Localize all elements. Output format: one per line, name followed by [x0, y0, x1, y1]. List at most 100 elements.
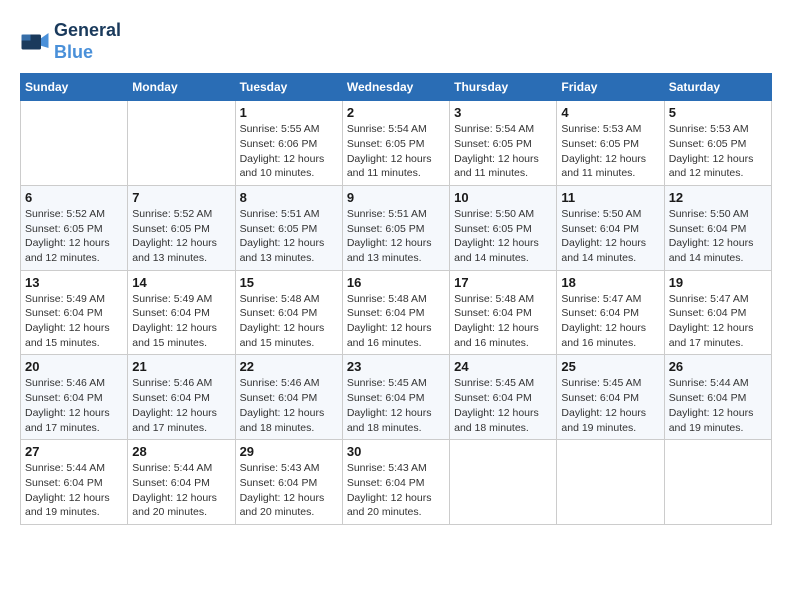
- day-info: Sunrise: 5:47 AMSunset: 6:04 PMDaylight:…: [669, 292, 767, 351]
- calendar-cell: 4 Sunrise: 5:53 AMSunset: 6:05 PMDaylight…: [557, 101, 664, 186]
- day-info: Sunrise: 5:52 AMSunset: 6:05 PMDaylight:…: [132, 207, 230, 266]
- day-info: Sunrise: 5:43 AMSunset: 6:04 PMDaylight:…: [347, 461, 445, 520]
- day-info: Sunrise: 5:44 AMSunset: 6:04 PMDaylight:…: [132, 461, 230, 520]
- day-number: 28: [132, 444, 230, 459]
- calendar-cell: 2 Sunrise: 5:54 AMSunset: 6:05 PMDaylight…: [342, 101, 449, 186]
- day-info: Sunrise: 5:48 AMSunset: 6:04 PMDaylight:…: [454, 292, 552, 351]
- calendar-cell: [450, 440, 557, 525]
- day-info: Sunrise: 5:51 AMSunset: 6:05 PMDaylight:…: [347, 207, 445, 266]
- header: General Blue: [20, 20, 772, 63]
- weekday-monday: Monday: [128, 74, 235, 101]
- day-number: 26: [669, 359, 767, 374]
- day-info: Sunrise: 5:46 AMSunset: 6:04 PMDaylight:…: [240, 376, 338, 435]
- calendar-cell: 14 Sunrise: 5:49 AMSunset: 6:04 PMDayligh…: [128, 270, 235, 355]
- calendar-cell: 9 Sunrise: 5:51 AMSunset: 6:05 PMDaylight…: [342, 185, 449, 270]
- weekday-thursday: Thursday: [450, 74, 557, 101]
- day-info: Sunrise: 5:49 AMSunset: 6:04 PMDaylight:…: [132, 292, 230, 351]
- weekday-tuesday: Tuesday: [235, 74, 342, 101]
- day-number: 12: [669, 190, 767, 205]
- day-info: Sunrise: 5:45 AMSunset: 6:04 PMDaylight:…: [454, 376, 552, 435]
- day-number: 19: [669, 275, 767, 290]
- calendar-cell: 27 Sunrise: 5:44 AMSunset: 6:04 PMDayligh…: [21, 440, 128, 525]
- day-info: Sunrise: 5:47 AMSunset: 6:04 PMDaylight:…: [561, 292, 659, 351]
- day-number: 3: [454, 105, 552, 120]
- calendar-cell: 13Sunrise: 5:49 AMSunset: 6:04 PMDayligh…: [21, 270, 128, 355]
- calendar-cell: 11Sunrise: 5:50 AMSunset: 6:04 PMDayligh…: [557, 185, 664, 270]
- calendar-cell: 21 Sunrise: 5:46 AMSunset: 6:04 PMDayligh…: [128, 355, 235, 440]
- day-info: Sunrise: 5:44 AMSunset: 6:04 PMDaylight:…: [25, 461, 123, 520]
- calendar-cell: 24 Sunrise: 5:45 AMSunset: 6:04 PMDayligh…: [450, 355, 557, 440]
- day-info: Sunrise: 5:51 AMSunset: 6:05 PMDaylight:…: [240, 207, 338, 266]
- week-row-4: 20 Sunrise: 5:46 AMSunset: 6:04 PMDayligh…: [21, 355, 772, 440]
- day-number: 25: [561, 359, 659, 374]
- calendar-cell: 10 Sunrise: 5:50 AMSunset: 6:05 PMDayligh…: [450, 185, 557, 270]
- calendar-cell: 1 Sunrise: 5:55 AMSunset: 6:06 PMDaylight…: [235, 101, 342, 186]
- day-number: 7: [132, 190, 230, 205]
- day-number: 16: [347, 275, 445, 290]
- day-number: 29: [240, 444, 338, 459]
- day-info: Sunrise: 5:52 AMSunset: 6:05 PMDaylight:…: [25, 207, 123, 266]
- day-info: Sunrise: 5:54 AMSunset: 6:05 PMDaylight:…: [454, 122, 552, 181]
- weekday-header: SundayMondayTuesdayWednesdayThursdayFrid…: [21, 74, 772, 101]
- calendar-cell: 22Sunrise: 5:46 AMSunset: 6:04 PMDayligh…: [235, 355, 342, 440]
- calendar-cell: [664, 440, 771, 525]
- day-info: Sunrise: 5:53 AMSunset: 6:05 PMDaylight:…: [669, 122, 767, 181]
- logo: General Blue: [20, 20, 121, 63]
- calendar-cell: 30 Sunrise: 5:43 AMSunset: 6:04 PMDayligh…: [342, 440, 449, 525]
- week-row-2: 6 Sunrise: 5:52 AMSunset: 6:05 PMDaylight…: [21, 185, 772, 270]
- calendar-cell: 12 Sunrise: 5:50 AMSunset: 6:04 PMDayligh…: [664, 185, 771, 270]
- logo-icon: [20, 27, 50, 57]
- calendar-table: SundayMondayTuesdayWednesdayThursdayFrid…: [20, 73, 772, 525]
- calendar-cell: 15Sunrise: 5:48 AMSunset: 6:04 PMDayligh…: [235, 270, 342, 355]
- day-number: 18: [561, 275, 659, 290]
- day-info: Sunrise: 5:54 AMSunset: 6:05 PMDaylight:…: [347, 122, 445, 181]
- day-number: 21: [132, 359, 230, 374]
- day-info: Sunrise: 5:48 AMSunset: 6:04 PMDaylight:…: [347, 292, 445, 351]
- day-number: 17: [454, 275, 552, 290]
- calendar-cell: [557, 440, 664, 525]
- day-number: 5: [669, 105, 767, 120]
- day-number: 6: [25, 190, 123, 205]
- day-number: 1: [240, 105, 338, 120]
- calendar-cell: 3 Sunrise: 5:54 AMSunset: 6:05 PMDaylight…: [450, 101, 557, 186]
- calendar-body: 1 Sunrise: 5:55 AMSunset: 6:06 PMDaylight…: [21, 101, 772, 525]
- weekday-friday: Friday: [557, 74, 664, 101]
- day-info: Sunrise: 5:46 AMSunset: 6:04 PMDaylight:…: [132, 376, 230, 435]
- day-number: 2: [347, 105, 445, 120]
- day-number: 8: [240, 190, 338, 205]
- day-number: 9: [347, 190, 445, 205]
- calendar-cell: 28 Sunrise: 5:44 AMSunset: 6:04 PMDayligh…: [128, 440, 235, 525]
- day-info: Sunrise: 5:43 AMSunset: 6:04 PMDaylight:…: [240, 461, 338, 520]
- day-number: 10: [454, 190, 552, 205]
- day-info: Sunrise: 5:50 AMSunset: 6:04 PMDaylight:…: [561, 207, 659, 266]
- day-number: 23: [347, 359, 445, 374]
- calendar-cell: 19 Sunrise: 5:47 AMSunset: 6:04 PMDayligh…: [664, 270, 771, 355]
- calendar-cell: [21, 101, 128, 186]
- day-info: Sunrise: 5:55 AMSunset: 6:06 PMDaylight:…: [240, 122, 338, 181]
- day-number: 14: [132, 275, 230, 290]
- day-number: 30: [347, 444, 445, 459]
- calendar-cell: 29 Sunrise: 5:43 AMSunset: 6:04 PMDayligh…: [235, 440, 342, 525]
- calendar-cell: 26Sunrise: 5:44 AMSunset: 6:04 PMDayligh…: [664, 355, 771, 440]
- day-number: 15: [240, 275, 338, 290]
- logo-text: General Blue: [54, 20, 121, 63]
- calendar-cell: 16 Sunrise: 5:48 AMSunset: 6:04 PMDayligh…: [342, 270, 449, 355]
- calendar-cell: 5 Sunrise: 5:53 AMSunset: 6:05 PMDaylight…: [664, 101, 771, 186]
- day-number: 13: [25, 275, 123, 290]
- day-info: Sunrise: 5:53 AMSunset: 6:05 PMDaylight:…: [561, 122, 659, 181]
- calendar-cell: 23Sunrise: 5:45 AMSunset: 6:04 PMDayligh…: [342, 355, 449, 440]
- calendar-cell: 17 Sunrise: 5:48 AMSunset: 6:04 PMDayligh…: [450, 270, 557, 355]
- calendar-cell: 6 Sunrise: 5:52 AMSunset: 6:05 PMDaylight…: [21, 185, 128, 270]
- day-info: Sunrise: 5:50 AMSunset: 6:05 PMDaylight:…: [454, 207, 552, 266]
- day-number: 4: [561, 105, 659, 120]
- weekday-sunday: Sunday: [21, 74, 128, 101]
- day-number: 27: [25, 444, 123, 459]
- day-info: Sunrise: 5:46 AMSunset: 6:04 PMDaylight:…: [25, 376, 123, 435]
- week-row-3: 13 Sunrise: 5:49 AMSunset: 6:04 PMDayligh…: [21, 270, 772, 355]
- day-info: Sunrise: 5:50 AMSunset: 6:04 PMDaylight:…: [669, 207, 767, 266]
- calendar-cell: [128, 101, 235, 186]
- weekday-wednesday: Wednesday: [342, 74, 449, 101]
- day-number: 20: [25, 359, 123, 374]
- day-number: 24: [454, 359, 552, 374]
- calendar-cell: 7 Sunrise: 5:52 AMSunset: 6:05 PMDaylight…: [128, 185, 235, 270]
